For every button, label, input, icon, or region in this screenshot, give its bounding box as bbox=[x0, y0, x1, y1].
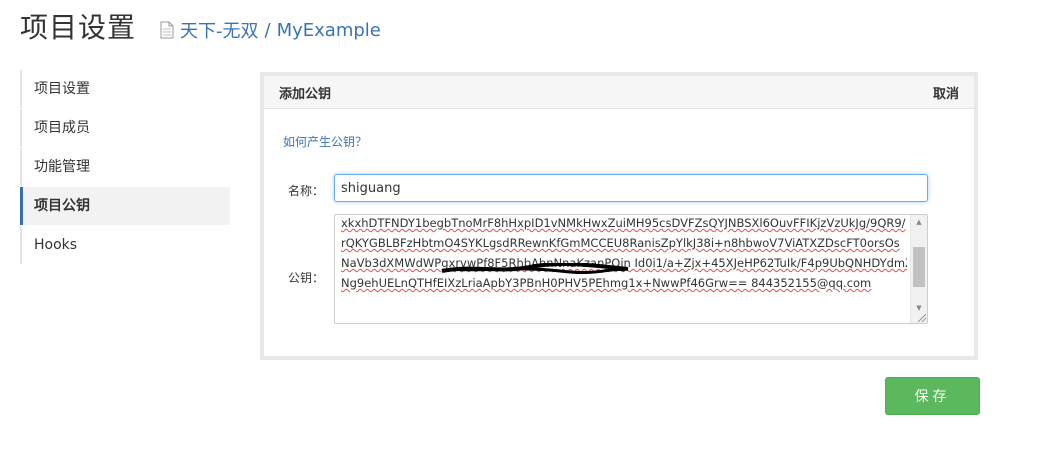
key-line: Ng9ehUELnQTHfEIXzLriaApbY3PBnH0PHV5PEhmg… bbox=[341, 276, 872, 290]
document-icon bbox=[160, 21, 174, 39]
cancel-button[interactable]: 取消 bbox=[933, 83, 959, 102]
scroll-thumb[interactable] bbox=[913, 247, 925, 287]
key-scrollbar[interactable]: ▲ ▼ bbox=[910, 215, 927, 323]
owner-link[interactable]: 天下-无双 bbox=[180, 17, 259, 43]
name-label: 名称： bbox=[288, 184, 325, 198]
key-line: rQKYGBLBFzHbtmO4SYKLgsdRRewnKfGmMCCEU8Ra… bbox=[341, 236, 900, 250]
key-line: xkxhDTFNDY1begbTnoMrF8hHxpID1vNMkHwxZuiM… bbox=[341, 216, 906, 230]
redaction-scribble bbox=[441, 263, 629, 275]
key-label: 公钥： bbox=[288, 271, 325, 285]
sidebar-item-feature-management[interactable]: 功能管理 bbox=[20, 148, 230, 186]
save-button[interactable]: 保存 bbox=[885, 377, 980, 415]
repo-link[interactable]: MyExample bbox=[277, 20, 381, 41]
panel-header: 添加公钥 取消 bbox=[264, 76, 974, 109]
scroll-down-icon[interactable]: ▼ bbox=[911, 301, 927, 315]
panel-title: 添加公钥 bbox=[279, 86, 332, 102]
settings-sidebar: 项目设置 项目成员 功能管理 项目公钥 Hooks bbox=[20, 70, 230, 265]
scroll-up-icon[interactable]: ▲ bbox=[911, 215, 927, 229]
add-key-panel: 添加公钥 取消 如何产生公钥？ 名称： 公钥： xkxhDTFNDY1begbT… bbox=[260, 72, 978, 360]
sidebar-item-hooks[interactable]: Hooks bbox=[20, 226, 230, 264]
sidebar-item-project-settings[interactable]: 项目设置 bbox=[20, 70, 230, 108]
breadcrumb: 天下-无双 / MyExample bbox=[160, 17, 381, 43]
name-field[interactable] bbox=[334, 174, 928, 202]
page-title: 项目设置 bbox=[20, 11, 137, 44]
breadcrumb-separator: / bbox=[264, 19, 271, 41]
resize-grip-icon[interactable] bbox=[918, 314, 926, 322]
help-link[interactable]: 如何产生公钥？ bbox=[283, 133, 367, 150]
public-key-textarea[interactable]: xkxhDTFNDY1begbTnoMrF8hHxpID1vNMkHwxZuiM… bbox=[334, 214, 928, 324]
sidebar-item-project-members[interactable]: 项目成员 bbox=[20, 109, 230, 147]
sidebar-item-project-keys[interactable]: 项目公钥 bbox=[20, 187, 230, 225]
